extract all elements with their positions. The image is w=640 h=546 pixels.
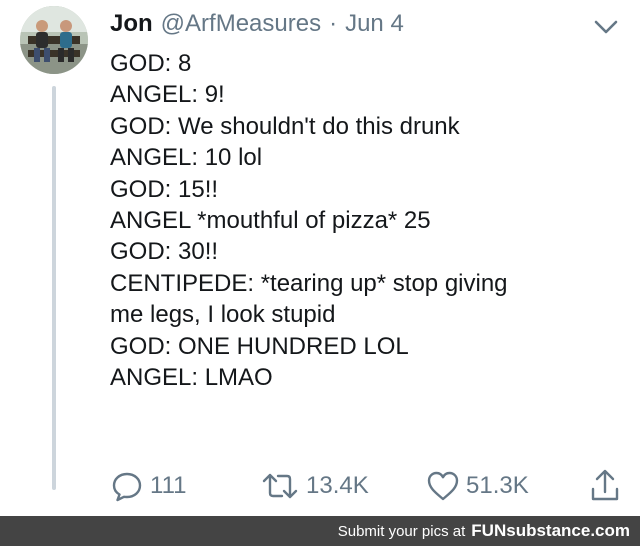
tweet-line: me legs, I look stupid — [110, 301, 336, 329]
footer-prefix: Submit your pics at — [337, 522, 466, 540]
share-button[interactable] — [588, 466, 622, 506]
retweet-count: 13.4K — [306, 472, 369, 499]
reply-icon — [112, 472, 142, 502]
tweet-line: GOD: ONE HUNDRED LOL — [110, 332, 409, 360]
tweet-date[interactable]: Jun 4 — [345, 10, 404, 38]
avatar-photo-icon — [20, 6, 88, 74]
header-separator: · — [329, 10, 338, 37]
like-button[interactable]: 51.3K — [426, 466, 529, 506]
tweet-actions: 111 13.4K 51.3K — [110, 466, 630, 506]
tweet-line: GOD: 30!! — [110, 238, 219, 266]
avatar[interactable] — [20, 6, 88, 74]
tweet-line: ANGEL: 10 lol — [110, 144, 263, 172]
retweet-button[interactable]: 13.4K — [260, 466, 369, 506]
retweet-icon — [262, 473, 298, 499]
author-name[interactable]: Jon — [110, 10, 153, 38]
tweet-line: GOD: 8 — [110, 50, 192, 77]
tweet-line: ANGEL: 9! — [110, 81, 225, 109]
tweet-header: Jon @ArfMeasures · Jun 4 — [110, 10, 404, 44]
watermark-footer: Submit your pics at FUNsubstance.com — [0, 516, 640, 546]
heart-icon — [427, 471, 459, 501]
reply-count: 111 — [150, 472, 187, 499]
tweet-text: GOD: 8 ANGEL: 9! GOD: We shouldn't do th… — [110, 48, 610, 393]
chevron-down-icon — [594, 20, 618, 34]
like-count: 51.3K — [466, 472, 529, 499]
tweet-line: ANGEL: LMAO — [110, 364, 273, 392]
tweet-line: GOD: 15!! — [110, 175, 219, 203]
tweet-line: ANGEL *mouthful of pizza* 25 — [110, 207, 431, 235]
footer-site-link[interactable]: FUNsubstance.com — [471, 521, 630, 541]
share-icon — [591, 469, 619, 501]
tweet-menu-button[interactable] — [592, 16, 620, 38]
tweet-line: GOD: We shouldn't do this drunk — [110, 112, 460, 140]
author-handle[interactable]: @ArfMeasures — [161, 10, 321, 38]
tweet-line: CENTIPEDE: *tearing up* stop giving — [110, 269, 508, 297]
reply-button[interactable]: 111 — [110, 466, 186, 506]
tweet-card: Jon @ArfMeasures · Jun 4 GOD: 8 ANGEL: 9… — [0, 0, 640, 516]
thread-line — [52, 86, 56, 490]
